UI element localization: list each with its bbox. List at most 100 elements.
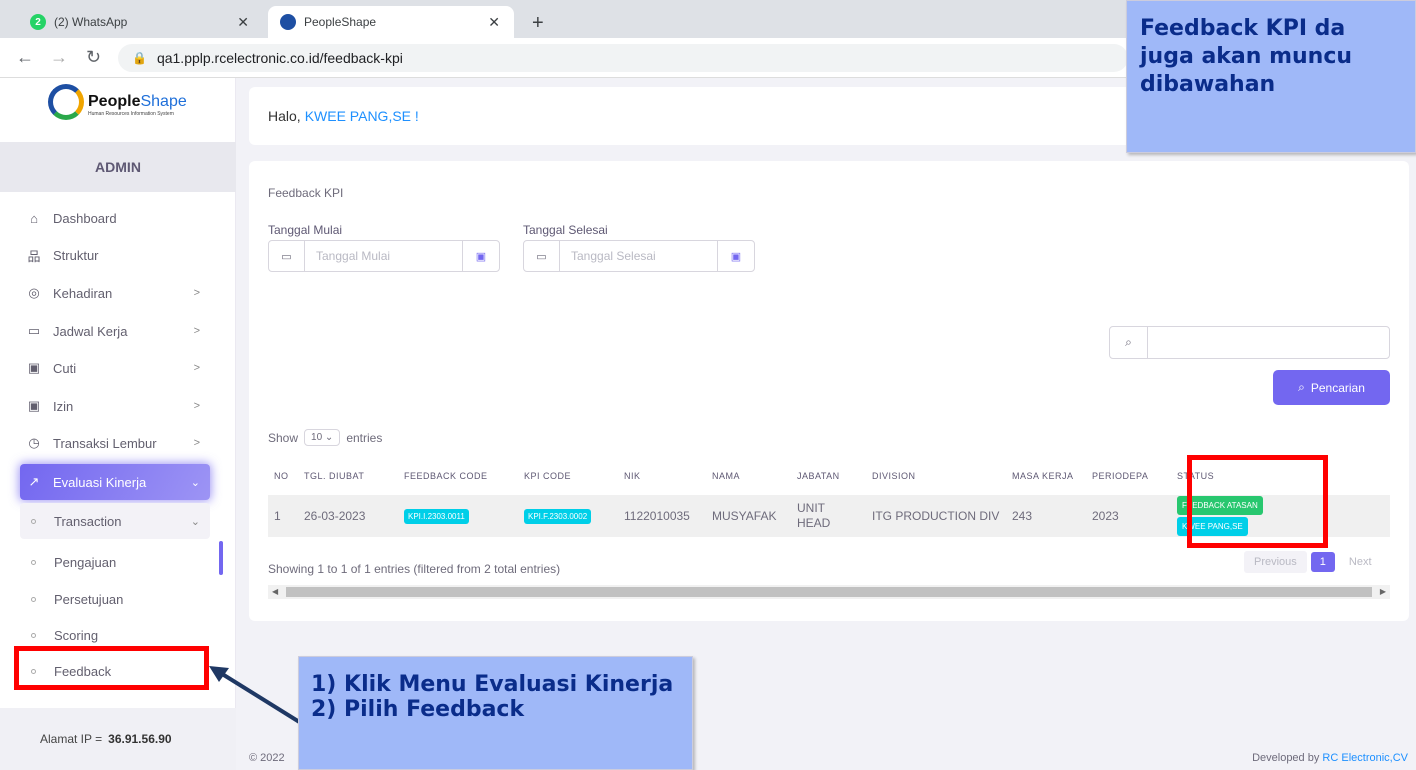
end-date-field[interactable]: ▭ Tanggal Selesai ▣ [523,240,755,272]
col-header[interactable]: MASA KERJA [1006,457,1086,495]
calendar-picker-icon[interactable]: ▣ [718,241,754,271]
calendar-picker-icon[interactable]: ▣ [463,241,499,271]
col-header[interactable]: TGL. DIUBAT [298,457,398,495]
page-title: Feedback KPI [268,186,344,200]
sidebar-item-label: Persetujuan [54,591,124,607]
sidebar-item-evaluasi-kinerja[interactable]: ↗ Evaluasi Kinerja ⌄ [20,464,210,500]
new-tab-icon[interactable]: + [532,12,544,35]
arrow-line [217,670,303,725]
tab-title: PeopleShape [304,15,377,29]
end-date-input[interactable]: Tanggal Selesai [560,241,718,271]
cell-periode: 2023 [1086,495,1171,537]
forward-icon[interactable]: → [50,47,68,68]
sidebar-item-label: Kehadiran [53,285,113,301]
sidebar-item-pengajuan[interactable]: Pengajuan [20,544,210,580]
sidebar-item-struktur[interactable]: 品 Struktur [20,237,210,273]
scrollbar-thumb[interactable] [286,587,1372,597]
annotation-arrow [209,666,303,725]
info-line-2: juga akan muncu [1140,44,1353,69]
sidebar-item-label: Scoring [54,627,99,643]
start-date-field[interactable]: ▭ Tanggal Mulai ▣ [268,240,500,272]
sidebar-item-label: Evaluasi Kinerja [53,474,147,490]
ip-value: 36.91.56.90 [108,732,172,746]
previous-button[interactable]: Previous [1244,551,1307,573]
show-label: Show [268,430,299,445]
logo[interactable]: PeopleShape Human Resources Information … [48,84,187,120]
trend-icon: ↗ [28,474,40,489]
bullet-icon [31,596,36,602]
sidebar-item-transaksi-lembur[interactable]: ◷ Transaksi Lembur > [20,425,210,461]
sidebar-item-label: Dashboard [53,210,117,226]
col-header[interactable]: KPI CODE [518,457,618,495]
reload-icon[interactable]: ↻ [86,47,101,68]
sidebar-item-izin[interactable]: ▣ Izin > [20,388,210,424]
kpi-code-badge[interactable]: KPI.F.2303.0002 [524,509,592,524]
calendar-icon: ▭ [524,241,560,271]
feedback-highlight-box [14,646,209,690]
chevron-right-icon: > [193,287,200,299]
scroll-right-icon[interactable]: ▶ [1380,585,1386,599]
feedback-code-badge[interactable]: KPI.I.2303.0011 [404,509,469,524]
bullet-icon [31,632,36,638]
logo-subtitle: Human Resources Information System [88,111,174,117]
search-input[interactable] [1148,327,1389,358]
search-button-label: Pencarian [1310,380,1365,395]
user-name: KWEE PANG,SE ! [304,108,419,124]
search-button[interactable]: ⌕ Pencarian [1273,370,1390,405]
cell-nik: 1122010035 [618,495,706,537]
sidebar-item-dashboard[interactable]: ⌂ Dashboard [20,200,210,236]
horizontal-scrollbar[interactable]: ◀ ▶ [268,585,1390,599]
sidebar-item-label: Pengajuan [54,554,117,570]
start-date-label: Tanggal Mulai [268,223,343,237]
cell-feedback-code: KPI.I.2303.0011 [398,495,518,537]
chevron-right-icon: > [193,400,200,412]
sidebar-scroll-indicator[interactable] [219,541,223,575]
back-icon[interactable]: ← [16,47,34,68]
chevron-right-icon: > [193,325,200,337]
col-header[interactable]: PERIODEPA [1086,457,1171,495]
sidebar-item-label: Cuti [53,360,77,376]
url-field[interactable]: 🔒 qa1.pplp.rcelectronic.co.id/feedback-k… [118,44,1128,72]
peopleshape-favicon-icon [280,14,296,30]
info-line-3: dibawahan [1140,72,1276,97]
sidebar-item-jadwal-kerja[interactable]: ▭ Jadwal Kerja > [20,313,210,349]
sidebar-item-persetujuan[interactable]: Persetujuan [20,581,210,617]
calendar-icon: ▭ [269,241,305,271]
scroll-left-icon[interactable]: ◀ [272,585,278,599]
col-header[interactable]: FEEDBACK CODE [398,457,518,495]
logo-text: People [88,93,141,110]
clock-icon: ◷ [28,435,40,450]
org-chart-icon: 品 [27,248,41,264]
cell-kpi-code: KPI.F.2303.0002 [518,495,618,537]
col-header[interactable]: NO [268,457,298,495]
info-callout: Feedback KPI da juga akan muncu dibawaha… [1126,0,1416,153]
start-date-input[interactable]: Tanggal Mulai [305,241,463,271]
whatsapp-icon: 2 [30,14,46,30]
close-icon[interactable]: ✕ [237,14,249,31]
sidebar-item-cuti[interactable]: ▣ Cuti > [20,350,210,386]
sidebar-item-transaction[interactable]: Transaction ⌄ [20,503,210,539]
calendar-icon: ▣ [27,360,41,375]
col-header[interactable]: JABATAN [791,457,866,495]
cell-tgl: 26-03-2023 [298,495,398,537]
role-label: ADMIN [0,142,236,192]
next-button[interactable]: Next [1339,551,1382,573]
entries-select[interactable]: 10 ⌄ [304,429,341,446]
col-header[interactable]: NIK [618,457,706,495]
sidebar-item-label: Transaksi Lembur [53,435,157,451]
col-header[interactable]: DIVISION [866,457,1006,495]
logo-text-2: Shape [140,93,187,110]
close-icon[interactable]: ✕ [488,14,500,31]
col-header[interactable]: NAMA [706,457,791,495]
sidebar-item-kehadiran[interactable]: ◎ Kehadiran > [20,275,210,311]
bullet-icon [31,559,36,565]
instruction-step-1: 1) Klik Menu Evaluasi Kinerja [311,672,674,697]
entries-label: entries [346,430,383,445]
search-field[interactable]: ⌕ [1109,326,1390,359]
company-link[interactable]: RC Electronic,CV [1322,752,1408,764]
chevron-down-icon: ⌄ [190,476,200,489]
tab-whatsapp[interactable]: 2 (2) WhatsApp ✕ [18,6,263,38]
page-1-button[interactable]: 1 [1310,552,1335,572]
instruction-step-2: 2) Pilih Feedback [311,697,525,722]
tab-peopleshape[interactable]: PeopleShape ✕ [268,6,514,38]
